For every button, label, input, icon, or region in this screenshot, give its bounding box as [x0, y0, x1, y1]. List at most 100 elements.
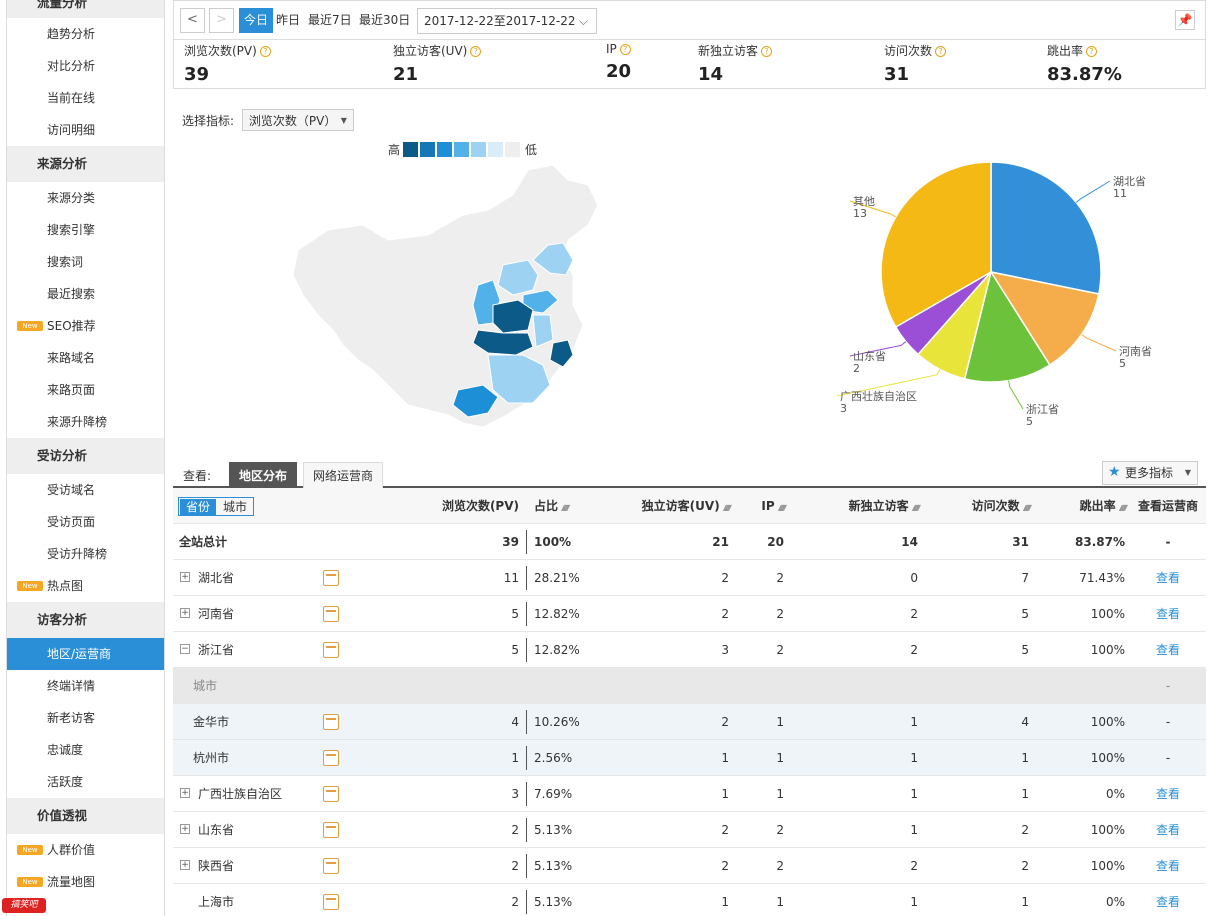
view-isp-link[interactable]: 查看: [1133, 596, 1203, 632]
sidebar-item[interactable]: New SEO推荐: [7, 310, 164, 342]
column-header[interactable]: 新独立访客 ▲▼: [823, 488, 921, 524]
data-cell: 10.26%: [534, 715, 580, 729]
expand-toggle-icon[interactable]: +: [180, 824, 190, 834]
data-cell: 100%: [1090, 751, 1125, 765]
sort-icon[interactable]: ▲▼: [561, 503, 570, 512]
sidebar-item[interactable]: 活跃度: [7, 766, 164, 798]
next-day-button[interactable]: >: [209, 8, 234, 33]
sidebar-item[interactable]: 最近搜索: [7, 278, 164, 310]
expand-toggle-icon[interactable]: +: [180, 788, 190, 798]
more-metrics-button[interactable]: ★ 更多指标 ▼: [1102, 461, 1198, 485]
expand-toggle-icon[interactable]: +: [180, 860, 190, 870]
sidebar-item[interactable]: New 热点图: [7, 570, 164, 602]
data-cell: 3: [721, 643, 729, 657]
sidebar-item[interactable]: 当前在线: [7, 82, 164, 114]
help-icon[interactable]: ?: [935, 46, 947, 57]
column-header[interactable]: 查看运营商: [1133, 488, 1203, 524]
range-30days-button[interactable]: 最近30日: [359, 8, 410, 33]
column-header[interactable]: 占比 ▲▼: [534, 488, 575, 524]
sort-icon[interactable]: ▲▼: [912, 503, 921, 512]
sidebar-item[interactable]: 来源分类: [7, 182, 164, 214]
data-cell: 1: [910, 823, 918, 837]
sidebar-item[interactable]: 受访升降榜: [7, 538, 164, 570]
trend-calendar-icon[interactable]: [323, 606, 339, 622]
view-isp-link[interactable]: 查看: [1133, 812, 1203, 848]
help-icon[interactable]: ?: [259, 46, 271, 57]
summary-metric: 访问次数? 31: [884, 40, 947, 85]
expand-toggle-icon[interactable]: +: [180, 608, 190, 618]
trend-calendar-icon[interactable]: [323, 858, 339, 874]
region-toggle[interactable]: 省份 城市: [178, 497, 255, 516]
sidebar-item[interactable]: 来路页面: [7, 374, 164, 406]
view-isp-link[interactable]: 查看: [1133, 848, 1203, 884]
sidebar-item[interactable]: 受访页面: [7, 506, 164, 538]
metric-select[interactable]: 浏览次数（PV） ▼: [241, 109, 354, 131]
data-cell: [823, 668, 918, 704]
data-cell: 100%: [534, 535, 572, 549]
data-cell: 0%: [1105, 895, 1125, 909]
column-header[interactable]: 访问次数 ▲▼: [943, 488, 1032, 524]
caret-down-icon: ▼: [1184, 468, 1191, 477]
toggle-province[interactable]: 省份: [180, 499, 217, 516]
expand-toggle-icon[interactable]: −: [180, 644, 190, 654]
sidebar-item[interactable]: 来源升降榜: [7, 406, 164, 438]
trend-calendar-icon[interactable]: [323, 750, 339, 766]
range-today-button[interactable]: 今日: [239, 8, 274, 33]
table-row: − 浙江省 5 12.82% 3 2 2 5 100% 查看: [173, 632, 1206, 668]
view-isp-link[interactable]: 查看: [1133, 560, 1203, 596]
column-header[interactable]: 独立访客(UV) ▲▼: [625, 488, 732, 524]
help-icon[interactable]: ?: [619, 44, 631, 55]
trend-calendar-icon[interactable]: [323, 786, 339, 802]
sidebar-item[interactable]: 趋势分析: [7, 18, 164, 50]
view-isp-link[interactable]: 查看: [1133, 632, 1203, 668]
pie-slice[interactable]: [990, 161, 1102, 295]
toggle-city[interactable]: 城市: [217, 499, 253, 516]
data-cell: 5.13%: [534, 859, 573, 873]
sort-icon[interactable]: ▲▼: [723, 503, 732, 512]
sidebar-item[interactable]: 忠诚度: [7, 734, 164, 766]
trend-calendar-icon[interactable]: [323, 570, 339, 586]
sort-icon[interactable]: ▲▼: [1023, 503, 1032, 512]
sidebar-item-label: 搜索词: [47, 255, 84, 269]
range-yesterday-button[interactable]: 昨日: [276, 8, 300, 33]
help-icon[interactable]: ?: [1086, 46, 1098, 57]
column-header[interactable]: 跳出率 ▲▼: [1053, 488, 1128, 524]
sidebar-item[interactable]: 受访域名: [7, 474, 164, 506]
sidebar-item[interactable]: 搜索引擎: [7, 214, 164, 246]
view-isp-link[interactable]: 查看: [1133, 884, 1203, 916]
sidebar-item[interactable]: 搜索词: [7, 246, 164, 278]
date-range-select[interactable]: 2017-12-22至2017-12-22 ⌵: [417, 8, 597, 34]
help-icon[interactable]: ?: [761, 46, 773, 57]
sidebar-item[interactable]: 对比分析: [7, 50, 164, 82]
sidebar-item[interactable]: 地区/运营商: [7, 638, 164, 670]
help-icon[interactable]: ?: [470, 46, 482, 57]
tab-region[interactable]: 地区分布: [229, 462, 298, 488]
table-row: 城市 -: [173, 668, 1206, 704]
tab-isp[interactable]: 网络运营商: [303, 462, 384, 488]
sidebar-item-label: 当前在线: [47, 91, 96, 105]
view-isp-link[interactable]: 查看: [1133, 776, 1203, 812]
trend-calendar-icon[interactable]: [323, 822, 339, 838]
column-divider: [526, 530, 527, 554]
expand-toggle-icon[interactable]: +: [180, 572, 190, 582]
row-name: 杭州市: [193, 751, 230, 765]
sidebar-item[interactable]: 新老访客: [7, 702, 164, 734]
trend-calendar-icon[interactable]: [323, 642, 339, 658]
prev-day-button[interactable]: <: [180, 8, 205, 33]
column-header[interactable]: IP ▲▼: [745, 488, 787, 524]
sidebar-item[interactable]: 来路域名: [7, 342, 164, 374]
sidebar-item[interactable]: 终端详情: [7, 670, 164, 702]
pin-icon[interactable]: 📌: [1175, 10, 1195, 30]
sort-icon[interactable]: ▲▼: [1119, 503, 1128, 512]
metric-label: 选择指标:: [182, 114, 235, 128]
sidebar-item[interactable]: 访问明细: [7, 114, 164, 146]
column-header[interactable]: 浏览次数(PV): [433, 488, 519, 524]
range-7days-button[interactable]: 最近7日: [308, 8, 352, 33]
summary-label-text: IP: [606, 42, 617, 56]
trend-calendar-icon[interactable]: [323, 714, 339, 730]
sidebar-item[interactable]: New 流量地图: [7, 866, 164, 898]
sort-icon[interactable]: ▲▼: [778, 503, 787, 512]
trend-calendar-icon[interactable]: [323, 894, 339, 910]
sidebar-item[interactable]: New 人群价值: [7, 834, 164, 866]
table-header-row: 省份 城市 浏览次数(PV) 占比 ▲▼ 独立访客(UV) ▲▼ IP ▲▼ 新独立访客 ▲▼ 访问次…: [173, 488, 1206, 524]
